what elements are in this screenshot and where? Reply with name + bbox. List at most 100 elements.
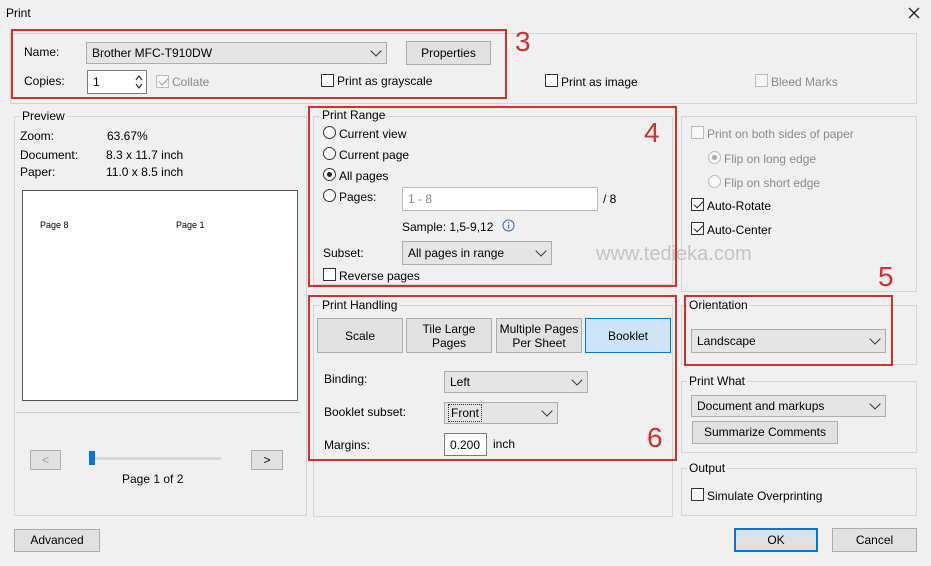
grayscale-label: Print as grayscale <box>337 74 433 88</box>
properties-button[interactable]: Properties <box>406 41 491 65</box>
summarize-comments-button[interactable]: Summarize Comments <box>692 421 838 444</box>
chevron-down-icon <box>869 333 881 345</box>
simulate-overprinting-checkbox[interactable] <box>691 488 704 501</box>
auto-rotate-checkbox[interactable] <box>691 198 704 211</box>
booklet-subset-value: Front <box>448 404 483 422</box>
margins-unit: inch <box>493 437 516 451</box>
booklet-tab[interactable]: Booklet <box>585 318 671 353</box>
watermark-text: www.tediekа.com <box>596 243 752 265</box>
subset-value: All pages in range <box>408 246 505 260</box>
current-view-radio[interactable] <box>323 126 336 139</box>
simulate-overprinting-label: Simulate Overprinting <box>707 489 823 503</box>
auto-center-checkbox[interactable] <box>691 222 704 235</box>
preview-title: Preview <box>20 109 67 123</box>
auto-center-label: Auto-Center <box>707 223 772 237</box>
orientation-title: Orientation <box>687 298 750 312</box>
chevron-down-icon <box>541 405 553 417</box>
close-icon[interactable] <box>906 5 922 21</box>
printer-name-select[interactable]: Brother MFC-T910DW <box>86 42 387 64</box>
page-slider-thumb[interactable] <box>89 451 95 465</box>
page-indicator: Page 1 of 2 <box>122 472 184 486</box>
pages-radio[interactable] <box>323 189 336 202</box>
preview-divider <box>16 412 300 413</box>
annotation-number-3: 3 <box>515 26 531 57</box>
margins-label: Margins: <box>324 438 371 452</box>
margins-input[interactable]: 0.200 <box>444 433 487 456</box>
margins-value: 0.200 <box>450 437 481 452</box>
tile-large-pages-tab[interactable]: Tile Large Pages <box>406 318 492 353</box>
copies-value: 1 <box>93 75 100 89</box>
grayscale-checkbox[interactable] <box>321 74 334 87</box>
long-edge-radio[interactable] <box>708 151 721 164</box>
pages-label: Pages: <box>339 190 377 204</box>
chevron-down-icon <box>535 245 547 257</box>
print-as-image-checkbox[interactable] <box>545 74 558 87</box>
binding-label: Binding: <box>324 372 368 386</box>
chevron-down-icon <box>571 374 583 386</box>
bleed-marks-label: Bleed Marks <box>771 75 838 89</box>
reverse-pages-label: Reverse pages <box>339 269 420 283</box>
name-label: Name: <box>24 45 60 59</box>
auto-rotate-label: Auto-Rotate <box>707 199 772 213</box>
prev-page-button[interactable]: < <box>30 450 61 470</box>
cancel-button[interactable]: Cancel <box>832 528 917 552</box>
current-view-label: Current view <box>339 127 407 141</box>
scale-tab[interactable]: Scale <box>317 318 403 353</box>
document-value: 8.3 x 11.7 inch <box>106 148 184 162</box>
print-range-title: Print Range <box>320 108 388 122</box>
preview-left-page: Page 8 <box>40 220 69 230</box>
info-icon[interactable] <box>502 219 515 232</box>
advanced-button[interactable]: Advanced <box>14 529 100 552</box>
print-what-select[interactable]: Document and markups <box>691 395 886 417</box>
long-edge-label: Flip on long edge <box>724 152 817 166</box>
copies-label: Copies: <box>24 74 65 88</box>
short-edge-label: Flip on short edge <box>724 176 821 190</box>
paper-label: Paper: <box>20 165 56 179</box>
short-edge-radio[interactable] <box>708 175 721 188</box>
print-what-title: Print What <box>687 374 748 388</box>
multiple-pages-tab[interactable]: Multiple Pages Per Sheet <box>496 318 582 353</box>
print-what-value: Document and markups <box>697 399 825 413</box>
document-label: Document: <box>20 148 79 162</box>
booklet-subset-select[interactable]: Front <box>444 402 558 424</box>
annotation-number-4: 4 <box>644 117 660 148</box>
reverse-pages-checkbox[interactable] <box>323 268 336 281</box>
print-handling-title: Print Handling <box>320 298 400 312</box>
orientation-select[interactable]: Landscape <box>691 329 886 353</box>
current-page-label: Current page <box>339 148 410 162</box>
output-title: Output <box>687 461 728 475</box>
collate-checkbox[interactable] <box>156 75 169 88</box>
printer-name-value: Brother MFC-T910DW <box>92 46 213 60</box>
subset-select[interactable]: All pages in range <box>402 241 552 265</box>
booklet-subset-label: Booklet subset: <box>324 405 407 419</box>
annotation-number-5: 5 <box>878 261 894 292</box>
ok-button[interactable]: OK <box>734 528 818 552</box>
pages-placeholder: 1 - 8 <box>408 192 433 206</box>
binding-value: Left <box>450 375 471 389</box>
all-pages-label: All pages <box>339 169 389 183</box>
page-slider-track[interactable] <box>89 457 221 460</box>
preview-right-page: Page 1 <box>176 220 205 230</box>
current-page-radio[interactable] <box>323 147 336 160</box>
zoom-label: Zoom: <box>20 129 55 143</box>
window-title: Print <box>6 6 31 20</box>
all-pages-radio[interactable] <box>323 168 336 181</box>
copies-stepper[interactable]: 1 <box>87 70 147 94</box>
subset-label: Subset: <box>323 246 364 260</box>
paper-value: 11.0 x 8.5 inch <box>106 165 184 179</box>
binding-select[interactable]: Left <box>444 371 588 393</box>
both-sides-checkbox[interactable] <box>691 126 704 139</box>
zoom-value: 63.67% <box>107 129 148 143</box>
stepper-arrows-icon[interactable] <box>134 73 144 91</box>
pages-input[interactable]: 1 - 8 <box>402 187 598 211</box>
pages-total: / 8 <box>603 192 617 206</box>
annotation-number-6: 6 <box>647 422 663 453</box>
pages-sample: Sample: 1,5-9,12 <box>402 220 494 234</box>
chevron-down-icon <box>370 45 382 57</box>
chevron-down-icon <box>869 398 881 410</box>
collate-label: Collate <box>172 75 210 89</box>
print-as-image-label: Print as image <box>561 75 638 89</box>
next-page-button[interactable]: > <box>251 450 283 470</box>
bleed-marks-checkbox[interactable] <box>755 74 768 87</box>
orientation-value: Landscape <box>697 334 756 348</box>
